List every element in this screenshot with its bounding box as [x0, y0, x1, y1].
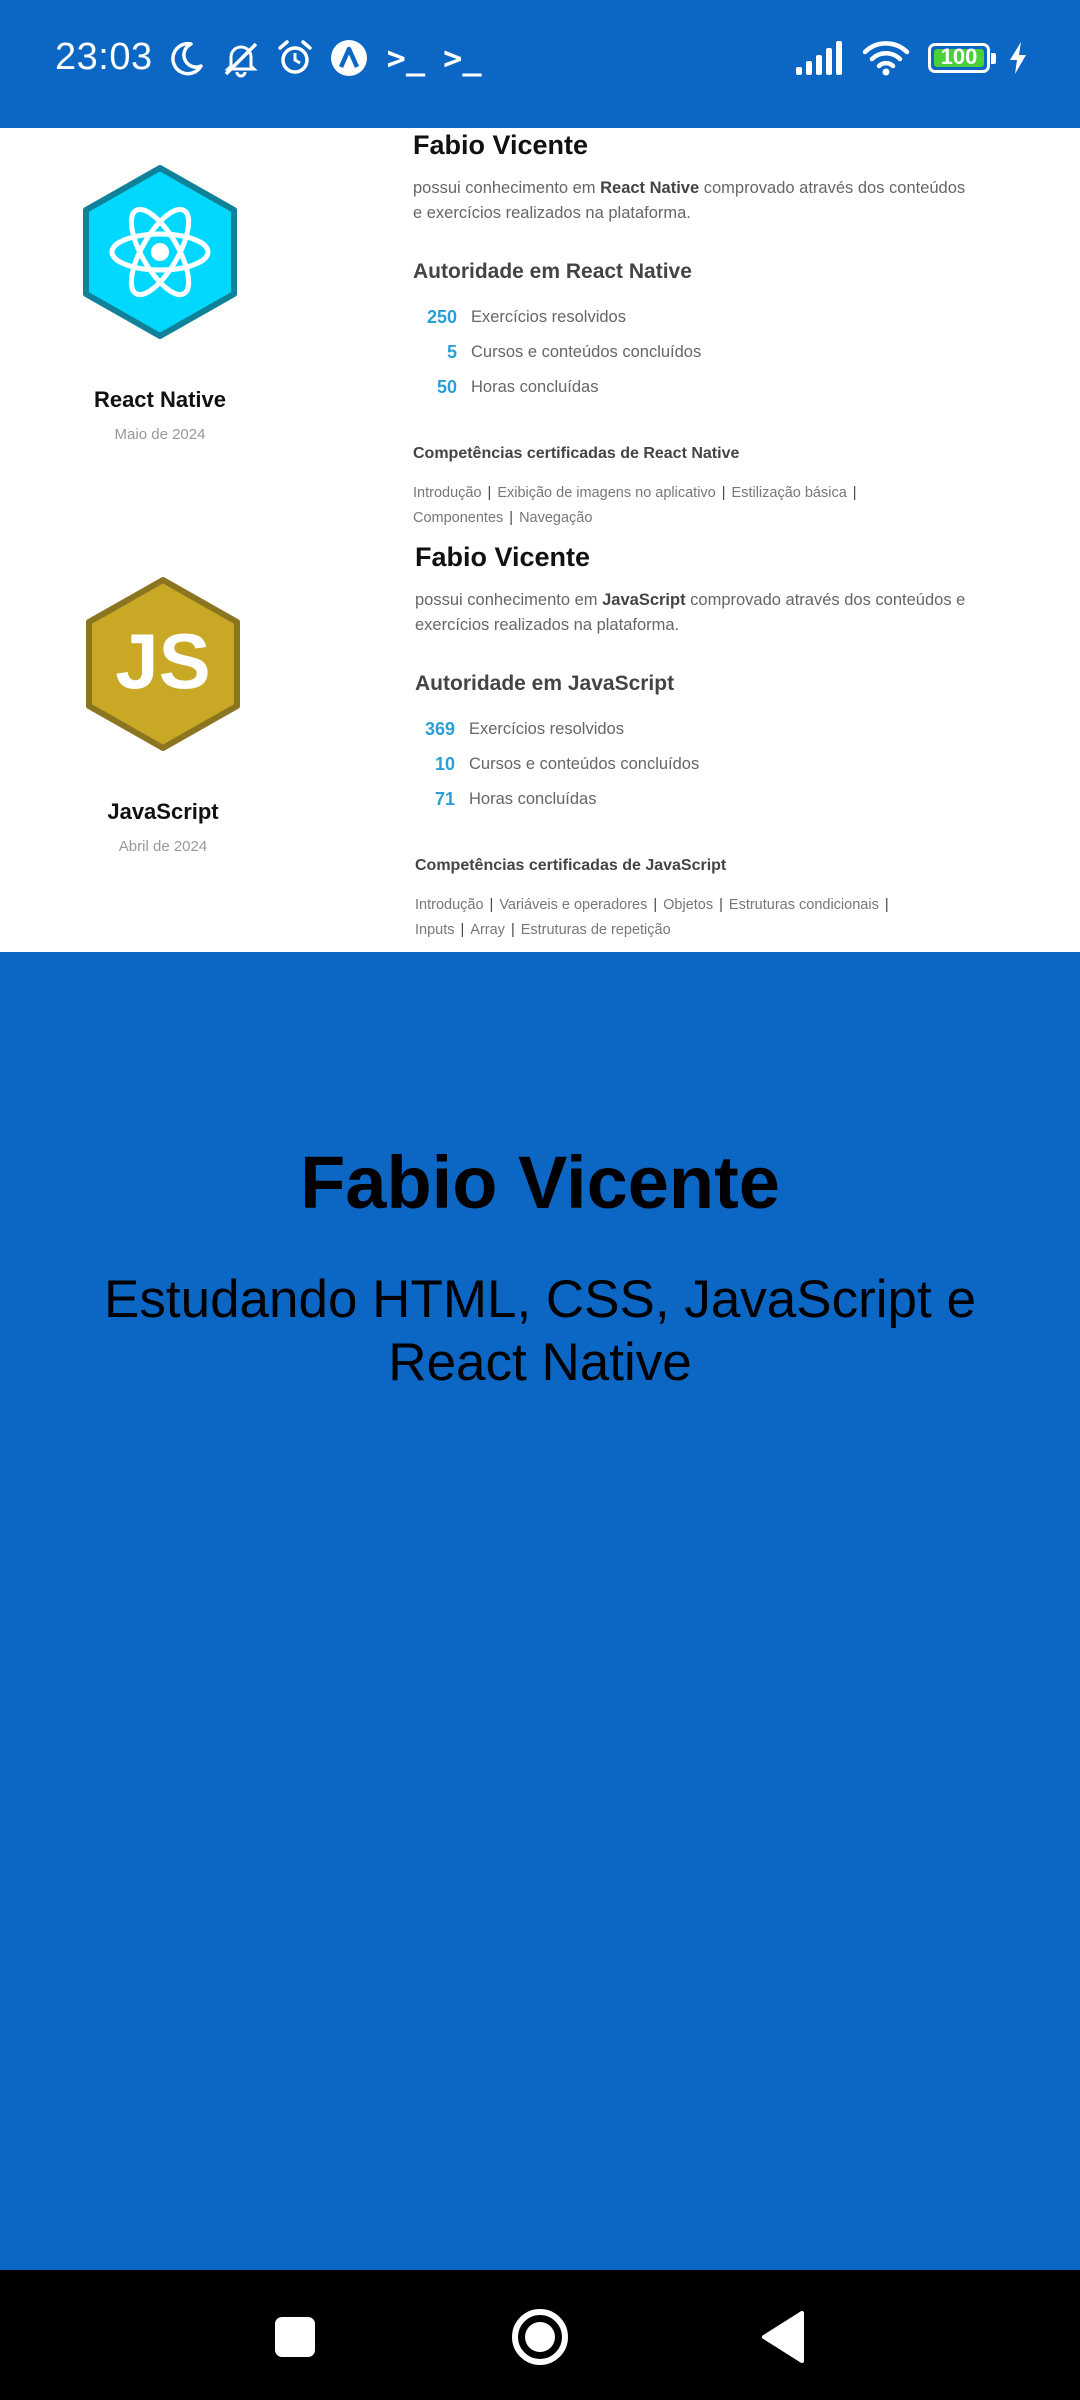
back-button[interactable] — [752, 2305, 816, 2369]
status-bar: 23:03 >_ >_ 100 — [0, 0, 1080, 128]
status-time: 23:03 — [55, 36, 153, 78]
certificate-description: possui conhecimento em React Native comp… — [413, 179, 966, 222]
competency: Introdução — [413, 485, 482, 501]
competency: Estilização básica — [731, 485, 847, 501]
competency: Estruturas condicionais — [728, 897, 879, 913]
battery-level: 100 — [940, 44, 978, 69]
navigation-bar — [0, 2270, 1080, 2400]
certificate-date: Maio de 2024 — [114, 426, 206, 443]
charging-icon — [1010, 42, 1026, 74]
home-button[interactable] — [508, 2305, 572, 2369]
holder-name: Fabio Vicente — [415, 542, 591, 572]
competencies-title: Competências certificadas de JavaScript — [415, 857, 727, 874]
certificate-date: Abril de 2024 — [118, 838, 208, 855]
terminal-icon: >_ — [443, 38, 482, 77]
app-a-icon — [330, 39, 367, 76]
tech-name: React Native — [93, 387, 227, 412]
holder-name: Fabio Vicente — [413, 130, 589, 160]
certificate-javascript: JS JavaScript Abril de 2024 Fabio Vicent… — [0, 540, 1080, 952]
tech-name: JavaScript — [107, 799, 219, 824]
moon-icon — [170, 41, 203, 75]
battery-icon: 100 — [928, 43, 996, 73]
terminal-icon: >_ — [386, 38, 426, 77]
svg-text:JS: JS — [115, 617, 210, 705]
react-badge-icon — [83, 165, 237, 339]
competency: Componentes — [413, 510, 504, 526]
authority-title: Autoridade em JavaScript — [415, 672, 675, 695]
profile-name: Fabio Vicente — [300, 1141, 780, 1224]
competencies-title: Competências certificadas de React Nativ… — [413, 445, 740, 462]
stat-hours: 50 Horas concluídas — [436, 376, 599, 397]
competency: Introdução — [415, 897, 484, 913]
certificate-description: possui conhecimento em JavaScript compro… — [415, 591, 966, 634]
competency: Navegação — [519, 510, 593, 526]
wifi-icon — [862, 41, 910, 76]
stat-exercises: 369 Exercícios resolvidos — [424, 718, 624, 739]
competency: Exibição de imagens no aplicativo — [497, 485, 716, 501]
stat-hours: 71 Horas concluídas — [434, 788, 597, 809]
authority-title: Autoridade em React Native — [413, 260, 692, 283]
competency: Variáveis e operadores — [499, 897, 648, 913]
competency: Estruturas de repetição — [520, 922, 671, 938]
competency: Objetos — [663, 897, 714, 913]
competencies-list: Introdução | Exibição de imagens no aplica… — [413, 485, 857, 526]
recents-button[interactable] — [263, 2305, 327, 2369]
javascript-badge-icon: JS — [86, 577, 240, 751]
certificates-image: React Native Maio de 2024 Fabio Vicente … — [0, 128, 1080, 952]
certificate-react-native: React Native Maio de 2024 Fabio Vicente … — [0, 128, 1080, 540]
profile-subtitle: Estudando HTML, CSS, JavaScript e React … — [104, 1270, 976, 1392]
signal-icon — [796, 41, 842, 75]
competency: Array — [470, 922, 505, 938]
bell-off-icon — [223, 42, 258, 77]
stat-exercises: 250 Exercícios resolvidos — [426, 306, 626, 327]
stat-courses: 10 Cursos e conteúdos concluídos — [434, 753, 700, 774]
competency: Inputs — [415, 922, 455, 938]
competencies-list: Introdução | Variáveis e operadores | Objeto… — [415, 897, 889, 938]
stat-courses: 5 Cursos e conteúdos concluídos — [446, 341, 702, 362]
alarm-icon — [277, 39, 312, 74]
